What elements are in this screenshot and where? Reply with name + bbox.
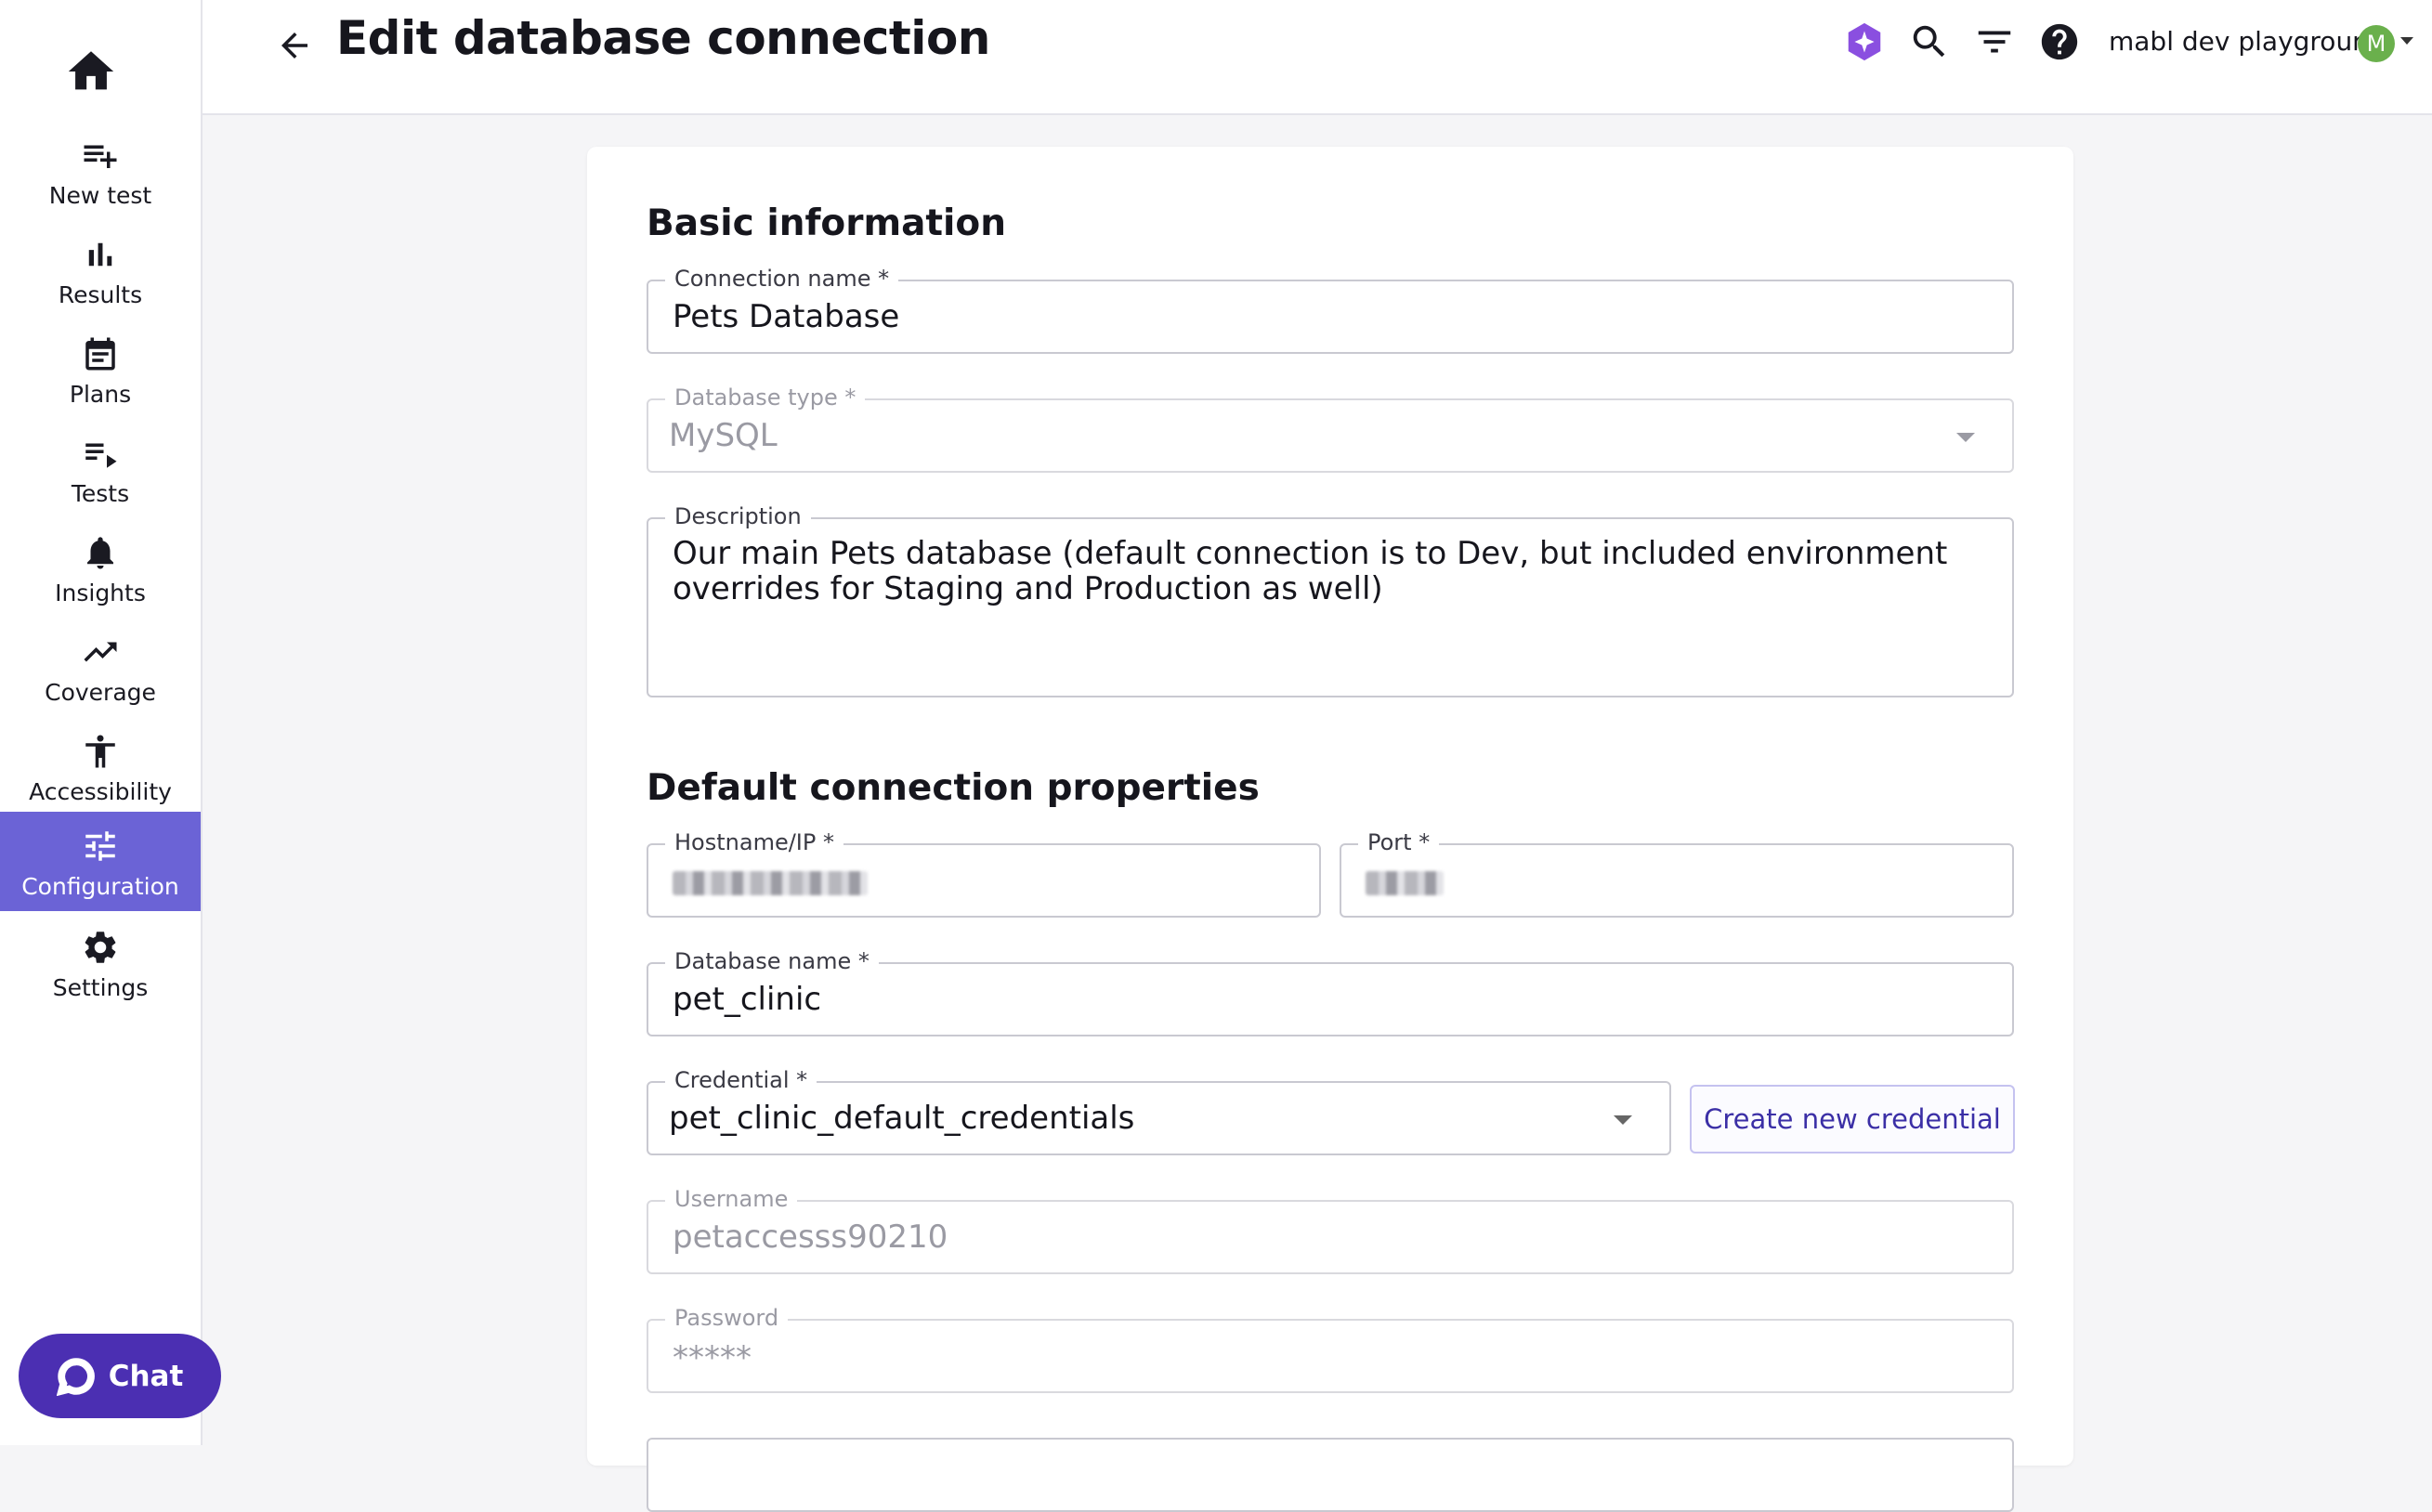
field-value: Pets Database (673, 298, 900, 335)
sidebar-item-new-test[interactable]: New test (0, 121, 201, 220)
password-field: Password ***** (647, 1305, 2014, 1393)
chevron-down-icon (1614, 1115, 1632, 1125)
hostname-field[interactable]: Hostname/IP * (647, 829, 1321, 918)
tune-icon (85, 831, 115, 861)
username-field: Username petaccesss90210 (647, 1186, 2014, 1274)
port-field[interactable]: Port * (1340, 829, 2014, 918)
chat-button[interactable]: Chat (19, 1334, 221, 1418)
field-label: Username (665, 1186, 798, 1212)
sidebar-item-coverage[interactable]: Coverage (0, 618, 201, 717)
top-header: Edit database connection mabl dev playgr… (203, 0, 2432, 115)
field-label: Database type * (665, 385, 866, 411)
form-card: Basic information Connection name * Pets… (587, 147, 2073, 1512)
gear-icon (85, 932, 116, 963)
chevron-down-icon (1956, 433, 1975, 442)
field-label: Database name * (665, 948, 879, 974)
calendar-icon (85, 337, 115, 371)
playlist-play-icon (85, 443, 117, 468)
field-value: petaccesss90210 (673, 1219, 948, 1256)
field-value: pet_clinic_default_credentials (669, 1100, 1135, 1137)
workspace-selector[interactable]: mabl dev playground (2109, 26, 2386, 57)
field-value: Our main Pets database (default connecti… (673, 535, 1948, 607)
help-icon[interactable] (2038, 20, 2081, 63)
database-name-field[interactable]: Database name * pet_clinic (647, 948, 2014, 1036)
sidebar-item-insights[interactable]: Insights (0, 518, 201, 618)
chat-bubble-icon (56, 1357, 95, 1396)
description-textarea[interactable]: Description Our main Pets database (defa… (647, 503, 2014, 697)
sidebar-item-accessibility[interactable]: Accessibility (0, 717, 201, 816)
chevron-down-icon[interactable] (2400, 37, 2413, 45)
sidebar-item-label: Accessibility (29, 778, 172, 805)
sidebar-item-tests[interactable]: Tests (0, 419, 201, 518)
redacted-value (673, 871, 868, 895)
create-credential-button[interactable]: Create new credential (1690, 1085, 2015, 1154)
credential-select[interactable]: Credential * pet_clinic_default_credenti… (647, 1067, 1671, 1155)
field-label: Credential * (665, 1067, 817, 1093)
accessibility-icon (85, 735, 115, 768)
sidebar-item-label: Insights (55, 580, 146, 606)
bell-icon (87, 537, 113, 569)
avatar[interactable]: M (2358, 25, 2395, 62)
sidebar-item-configuration[interactable]: Configuration (0, 812, 201, 911)
bar-chart-icon (88, 242, 112, 267)
sidebar-item-label: Plans (69, 381, 132, 408)
back-arrow-icon[interactable] (275, 26, 314, 65)
sidebar-item-label: New test (48, 182, 152, 209)
sidebar-item-label: Coverage (45, 679, 156, 706)
field-value: MySQL (669, 417, 778, 454)
page-title: Edit database connection (336, 11, 990, 65)
chat-label: Chat (108, 1359, 184, 1393)
field-value: pet_clinic (673, 981, 822, 1018)
next-field[interactable] (647, 1438, 2014, 1512)
sidebar-item-label: Configuration (21, 873, 179, 900)
section-title-defaults: Default connection properties (647, 767, 1260, 809)
field-label: Description (665, 503, 811, 529)
field-label: Port * (1358, 829, 1440, 855)
filter-list-icon[interactable] (1973, 20, 2016, 63)
sidebar-item-settings[interactable]: Settings (0, 913, 201, 1012)
sidebar-item-label: Settings (52, 974, 149, 1001)
playlist-add-icon (84, 145, 117, 168)
ai-sparkle-icon[interactable] (1843, 20, 1886, 63)
sidebar-item-label: Tests (71, 480, 130, 507)
field-label: Connection name * (665, 266, 899, 292)
sidebar: New test Results Plans Tests Insights Co… (0, 0, 203, 1445)
trending-up-icon (84, 642, 117, 662)
connection-name-field[interactable]: Connection name * Pets Database (647, 266, 2014, 354)
field-label: Hostname/IP * (665, 829, 843, 855)
database-type-select[interactable]: Database type * MySQL (647, 385, 2014, 473)
section-title-basic: Basic information (647, 202, 1006, 244)
sidebar-item-plans[interactable]: Plans (0, 319, 201, 419)
search-icon[interactable] (1908, 20, 1951, 63)
home-icon[interactable] (62, 45, 120, 98)
sidebar-item-label: Results (58, 281, 143, 308)
field-value: ***** (673, 1339, 752, 1376)
sidebar-item-results[interactable]: Results (0, 220, 201, 319)
field-label: Password (665, 1305, 789, 1331)
redacted-value (1366, 871, 1444, 895)
